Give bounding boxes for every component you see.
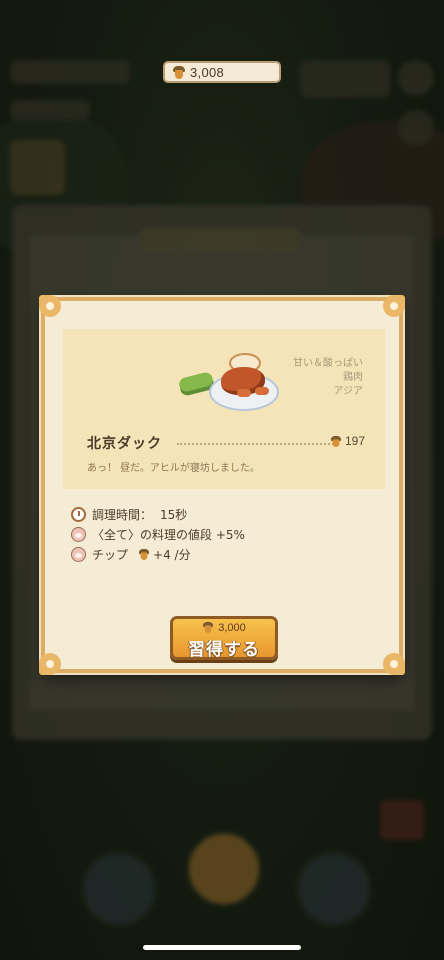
peking-duck-dish-image bbox=[175, 349, 285, 411]
acorn-currency-counter: 3,008 bbox=[163, 61, 281, 83]
corner-ornament bbox=[383, 653, 405, 675]
cook-time-row: 調理時間： 15秒 bbox=[71, 504, 245, 524]
price-bonus-row: 〈全て〉の料理の値段 +5% bbox=[71, 524, 245, 544]
learn-cost: 3,000 bbox=[173, 621, 275, 634]
home-indicator[interactable] bbox=[143, 945, 301, 950]
recipe-dialog: 甘い＆酸っぱい 鶏肉 アジア 北京ダック 197 あっ！ 昼だ。アヒルが寝坊しま… bbox=[39, 295, 405, 675]
corner-ornament bbox=[39, 653, 61, 675]
recipe-price: 197 bbox=[330, 434, 365, 448]
recipe-attributes: 甘い＆酸っぱい 鶏肉 アジア bbox=[293, 357, 363, 399]
corner-ornament bbox=[383, 295, 405, 317]
recipe-card: 甘い＆酸っぱい 鶏肉 アジア 北京ダック 197 あっ！ 昼だ。アヒルが寝坊しま… bbox=[63, 329, 385, 489]
recipe-stats: 調理時間： 15秒 〈全て〉の料理の値段 +5% チップ +4 /分 bbox=[71, 504, 245, 564]
acorn-icon bbox=[330, 435, 342, 447]
paw-icon bbox=[71, 526, 86, 542]
recipe-description: あっ！ 昼だ。アヒルが寝坊しました。 bbox=[87, 463, 260, 474]
paw-icon bbox=[71, 546, 86, 562]
learn-button-label: 習得する bbox=[188, 640, 260, 660]
acorn-icon bbox=[173, 65, 185, 79]
acorn-icon bbox=[138, 548, 150, 560]
region-tag: アジア bbox=[333, 386, 363, 397]
acorn-amount: 3,008 bbox=[190, 64, 225, 80]
dotted-leader bbox=[177, 443, 337, 445]
taste-tag: 甘い＆酸っぱい bbox=[293, 358, 363, 369]
corner-ornament bbox=[39, 295, 61, 317]
acorn-icon bbox=[203, 621, 214, 634]
recipe-name: 北京ダック bbox=[87, 436, 162, 452]
ingredient-tag: 鶏肉 bbox=[343, 372, 363, 383]
tip-row: チップ +4 /分 bbox=[71, 544, 245, 564]
clock-icon bbox=[71, 506, 86, 522]
learn-recipe-button[interactable]: 3,000 習得する bbox=[170, 616, 278, 660]
